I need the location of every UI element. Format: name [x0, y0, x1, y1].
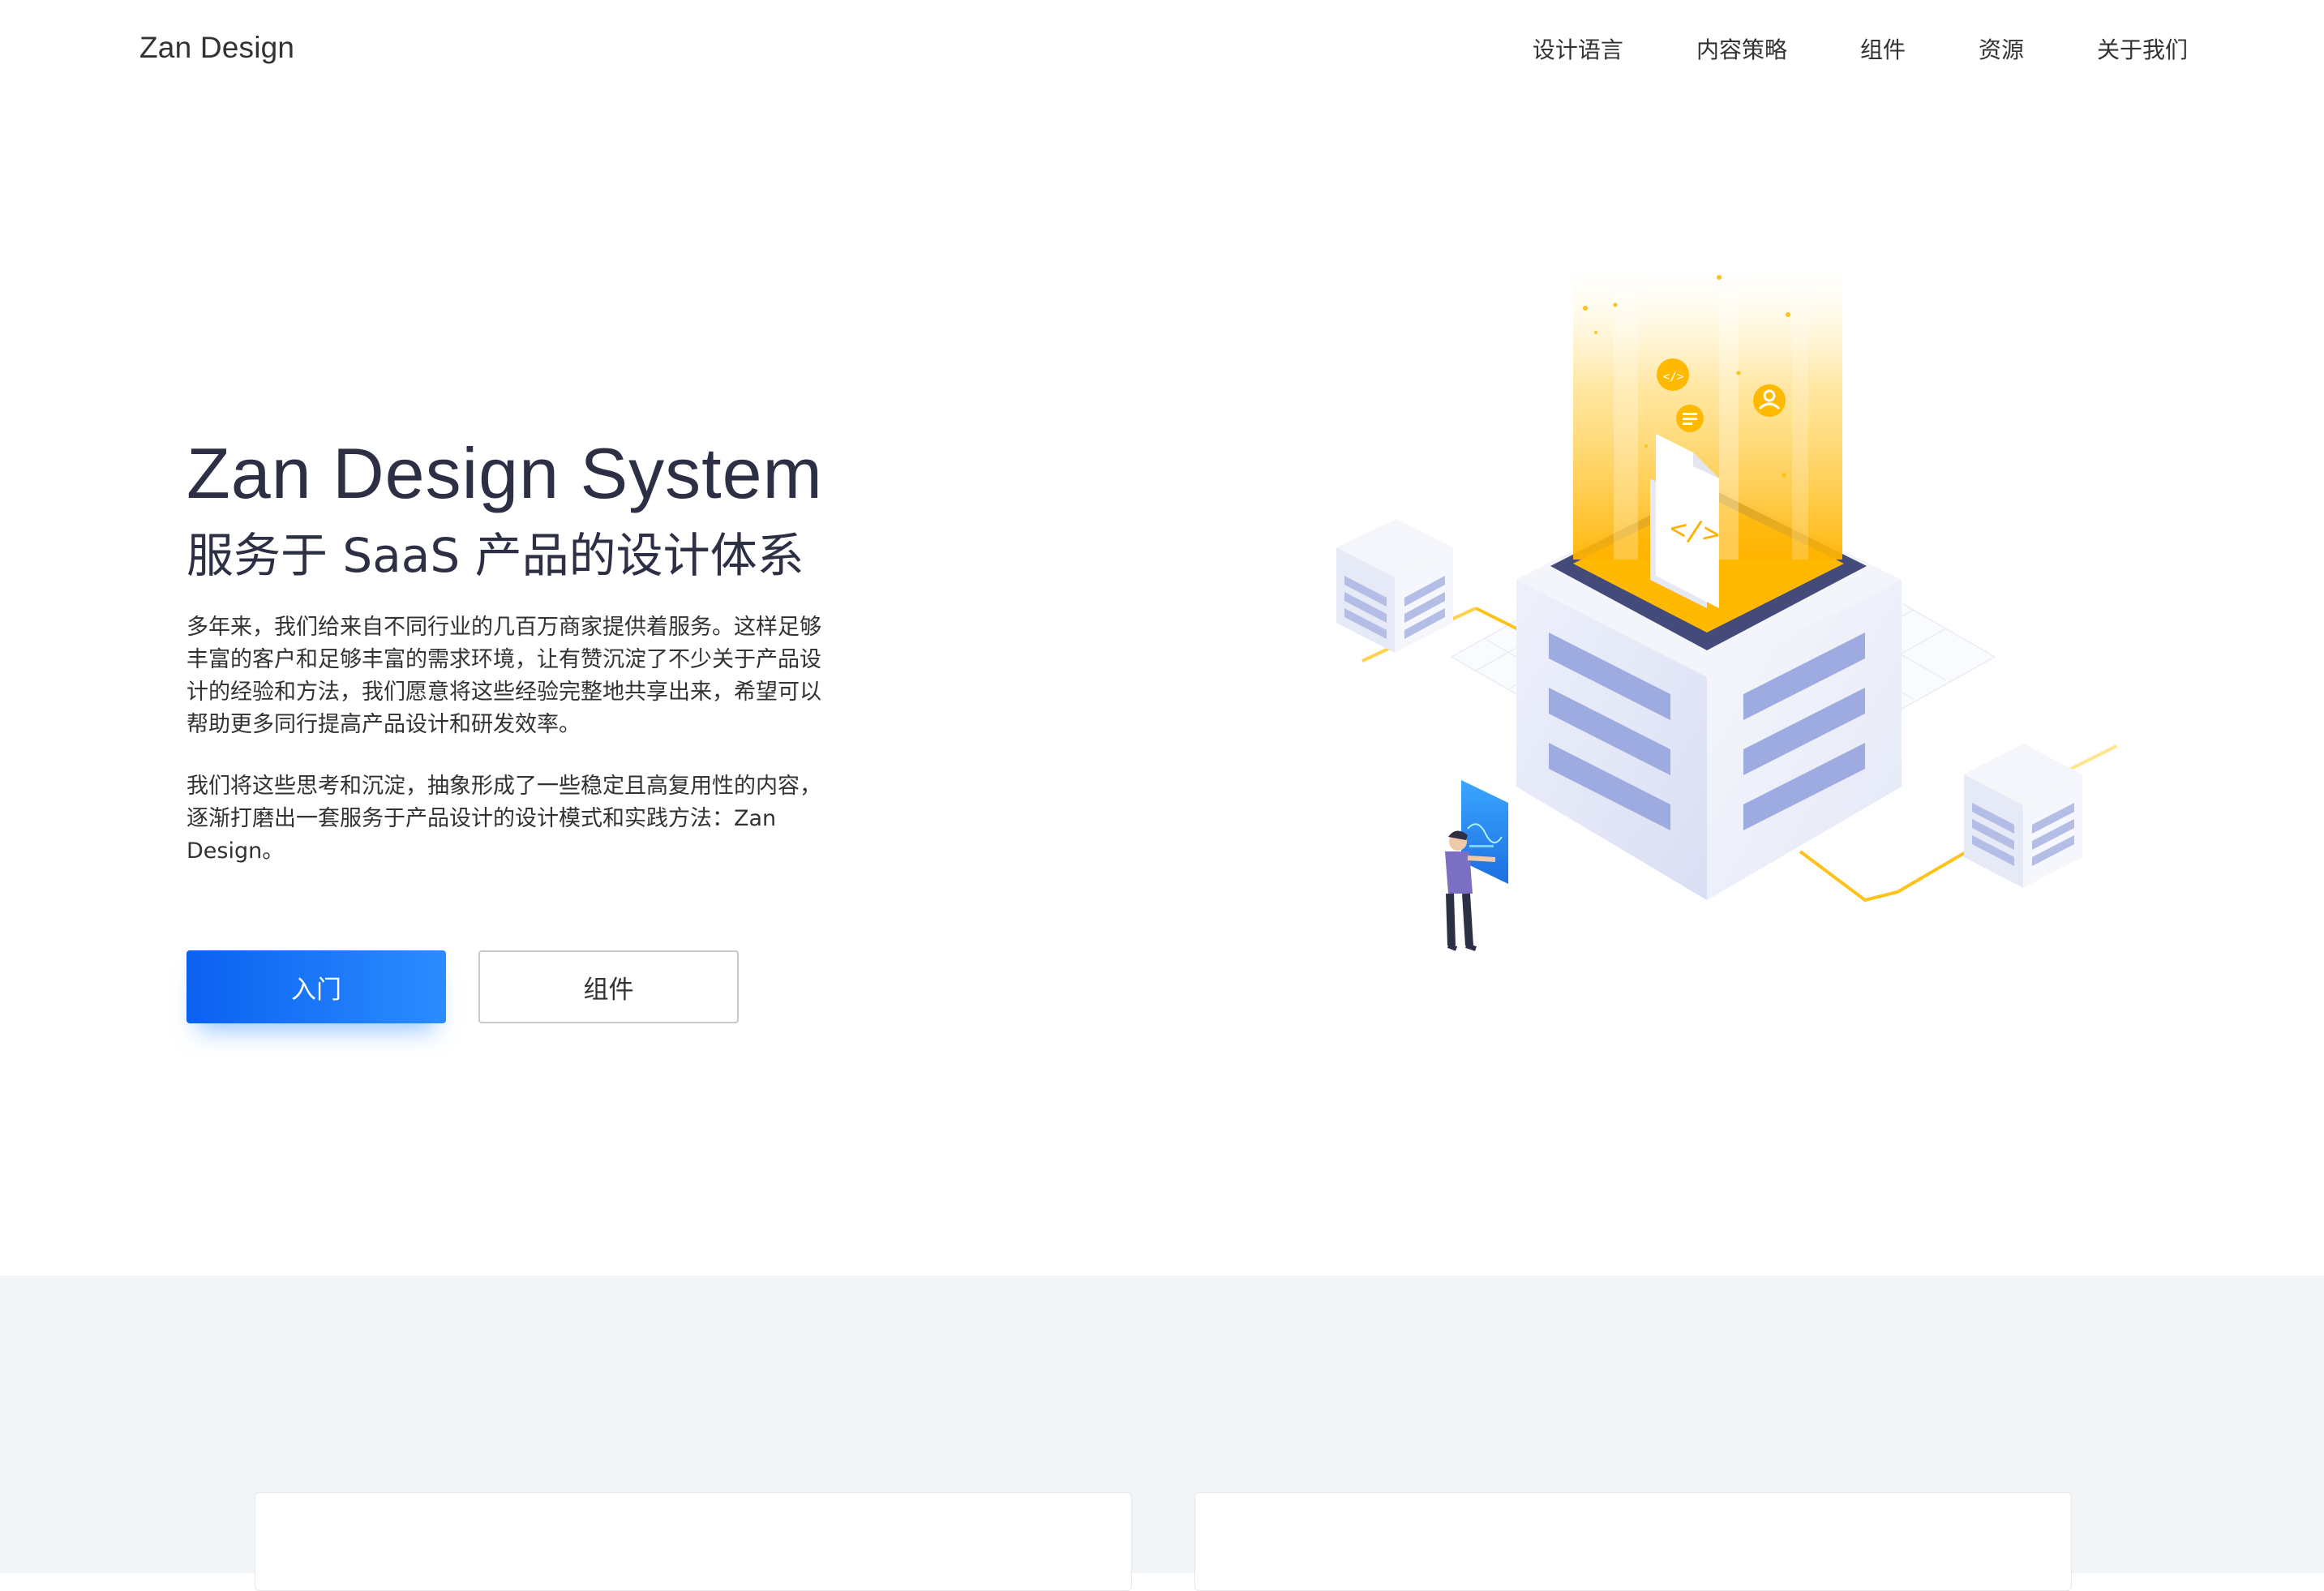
person-with-tablet: [1445, 780, 1508, 951]
hero-paragraph-2: 我们将这些思考和沉淀，抽象形成了一些稳定且高复用性的内容，逐渐打磨出一套服务于产…: [187, 774, 821, 864]
feature-card-right[interactable]: [1194, 1492, 2072, 1591]
hero-title: Zan Design System: [187, 433, 823, 513]
feature-card-left[interactable]: [255, 1492, 1132, 1591]
site-logo[interactable]: Zan Design: [139, 31, 294, 65]
svg-text:</>: </>: [1668, 512, 1722, 551]
hero-paragraph-1: 多年来，我们给来自不同行业的几百万商家提供着服务。这样足够丰富的客户和足够丰富的…: [187, 615, 821, 738]
hero-text: Zan Design System 服务于 SaaS 产品的设计体系 多年来，我…: [187, 433, 851, 868]
nav-item-about-us[interactable]: 关于我们: [2097, 32, 2188, 65]
main-nav: 设计语言 内容策略 组件 资源 关于我们: [1460, 32, 2188, 65]
nav-item-content-strategy[interactable]: 内容策略: [1696, 32, 1787, 65]
svg-text:</>: </>: [1663, 371, 1683, 384]
hero-illustration: </> </>: [1336, 243, 2117, 951]
top-header: Zan Design 设计语言 内容策略 组件 资源 关于我们: [0, 0, 2324, 104]
small-cube-right: [1964, 744, 2082, 888]
nav-item-components[interactable]: 组件: [1860, 32, 1906, 65]
nav-item-design-language[interactable]: 设计语言: [1533, 32, 1623, 65]
hero-subtitle: 服务于 SaaS 产品的设计体系: [187, 527, 804, 583]
get-started-button[interactable]: 入门: [187, 950, 446, 1023]
components-button[interactable]: 组件: [478, 950, 739, 1023]
small-cube-left: [1336, 519, 1453, 653]
nav-item-resources[interactable]: 资源: [1979, 32, 2024, 65]
